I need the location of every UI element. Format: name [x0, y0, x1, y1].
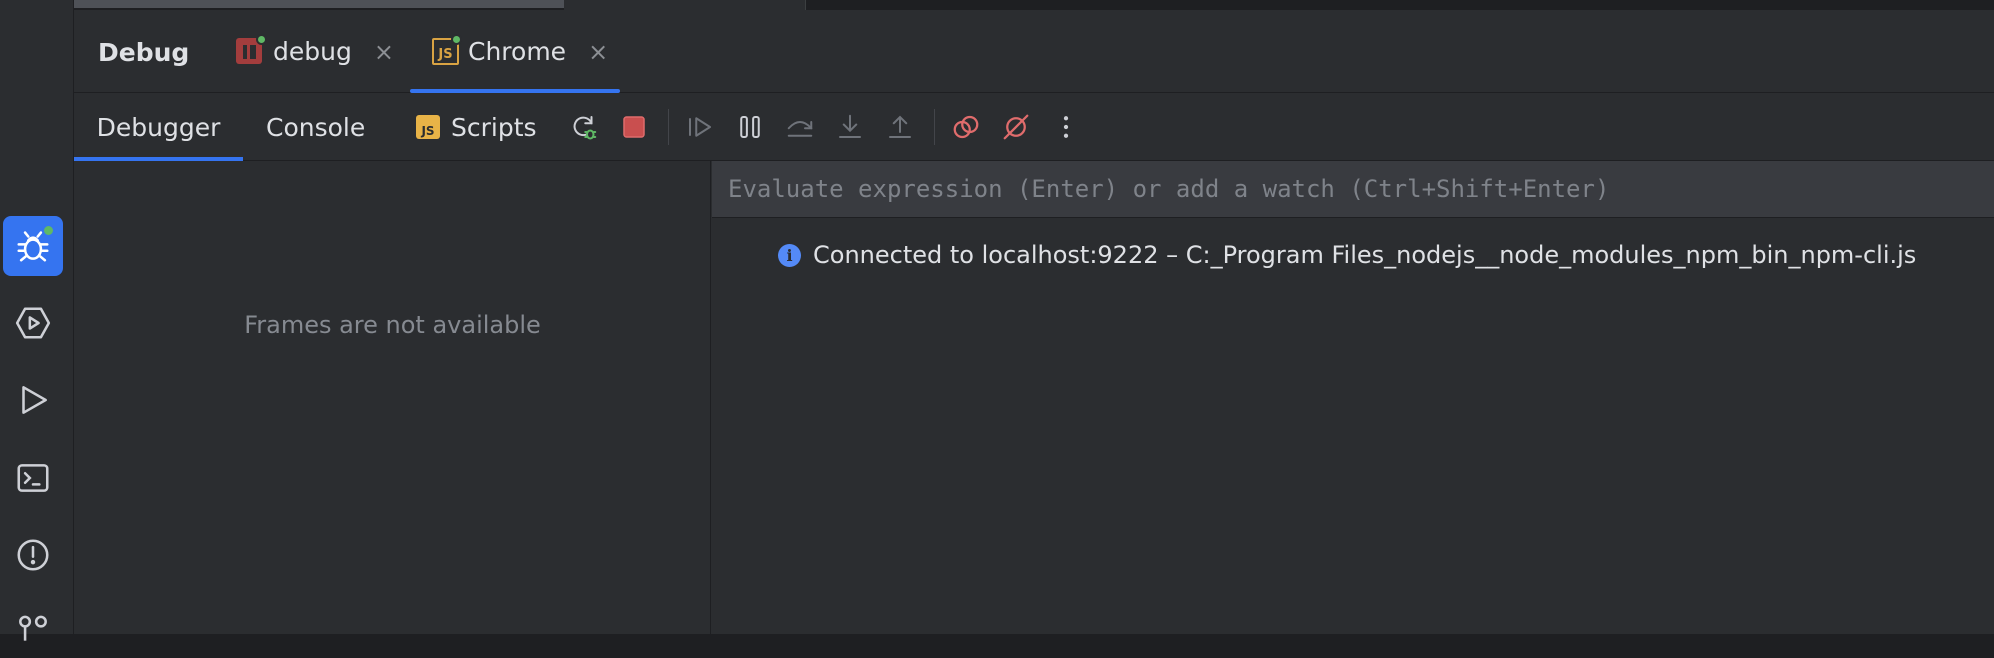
pause-button[interactable] — [730, 107, 770, 147]
view-breakpoints-icon — [953, 115, 979, 139]
session-tab-chrome[interactable]: JS Chrome × — [410, 10, 620, 93]
step-out-icon — [889, 115, 911, 138]
debugger-toolbar: Debugger Console JS Scripts — [74, 93, 1994, 161]
js-file-icon: JS — [432, 33, 462, 66]
session-tab-debug[interactable]: debug × — [236, 10, 394, 93]
stop-button[interactable] — [614, 107, 654, 147]
tab-scripts[interactable]: JS Scripts — [416, 93, 537, 161]
resume-button[interactable] — [680, 107, 720, 147]
problems-tool-button[interactable] — [3, 525, 63, 585]
terminal-icon — [17, 464, 49, 492]
mute-breakpoints-icon — [1003, 114, 1029, 140]
close-icon[interactable]: × — [374, 38, 394, 66]
connection-message-text: Connected to localhost:9222 – C:_Program… — [813, 241, 1917, 269]
problems-icon — [17, 539, 49, 571]
tab-debugger-label: Debugger — [96, 112, 221, 142]
debug-tool-button[interactable] — [3, 216, 63, 276]
mute-breakpoints-button[interactable] — [996, 107, 1036, 147]
variables-panel: i Connected to localhost:9222 – C:_Progr… — [712, 161, 1994, 634]
toolbar-separator — [668, 109, 669, 145]
horizontal-scrollbar[interactable] — [74, 0, 564, 8]
services-tool-button[interactable] — [3, 293, 63, 353]
tool-window-header: Debug debug × JS Chrome × — [74, 10, 1994, 93]
more-options-icon — [1063, 116, 1069, 138]
session-tab-label: debug — [273, 37, 352, 66]
evaluate-expression-input[interactable] — [712, 161, 1994, 218]
terminal-tool-button[interactable] — [3, 448, 63, 508]
more-options-button[interactable] — [1046, 107, 1086, 147]
resume-icon — [689, 117, 711, 137]
step-into-button[interactable] — [830, 107, 870, 147]
editor-segment — [564, 0, 806, 10]
tab-console[interactable]: Console — [266, 93, 365, 161]
left-tool-stripe — [0, 0, 74, 641]
toolbar-separator — [934, 109, 935, 145]
close-icon[interactable]: × — [588, 38, 608, 66]
services-icon — [15, 307, 51, 339]
tab-scripts-label: Scripts — [451, 112, 537, 142]
rerun-debug-icon — [573, 116, 597, 140]
step-over-button[interactable] — [780, 107, 820, 147]
js-badge-icon: JS — [416, 115, 440, 139]
nodejs-debug-icon — [236, 33, 267, 66]
stop-icon — [623, 116, 645, 138]
step-into-icon — [839, 114, 861, 138]
run-tool-button[interactable] — [3, 370, 63, 430]
tab-debugger[interactable]: Debugger — [74, 93, 243, 161]
info-icon: i — [778, 243, 801, 267]
console-message: i Connected to localhost:9222 – C:_Progr… — [778, 241, 1916, 269]
debug-running-indicator — [42, 224, 55, 237]
step-over-icon — [787, 121, 813, 137]
step-out-button[interactable] — [880, 107, 920, 147]
view-breakpoints-button[interactable] — [946, 107, 986, 147]
git-icon — [19, 615, 47, 641]
editor-scroll-area — [74, 0, 1994, 10]
git-tool-button[interactable] — [3, 598, 63, 658]
debug-tool-window: Debug debug × JS Chrome × Debugger Conso… — [74, 10, 1994, 634]
tab-console-label: Console — [266, 112, 366, 142]
pause-icon — [740, 116, 760, 138]
rerun-debug-button[interactable] — [564, 107, 604, 147]
run-icon — [22, 386, 47, 414]
frames-empty-text: Frames are not available — [244, 311, 541, 339]
tool-window-title: Debug — [98, 38, 190, 67]
session-tab-label: Chrome — [468, 37, 567, 66]
frames-panel: Frames are not available — [74, 161, 711, 634]
